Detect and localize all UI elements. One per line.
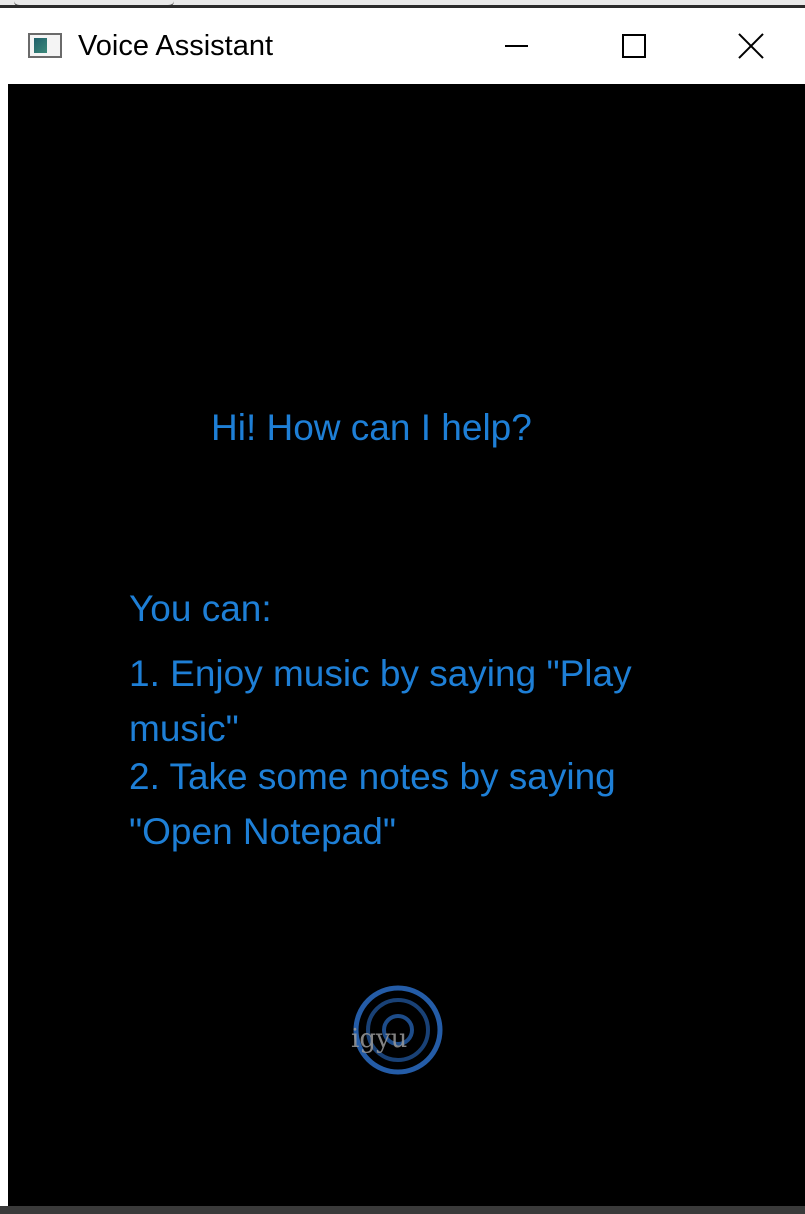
title-bar[interactable]: Voice Assistant bbox=[8, 8, 805, 84]
maximize-icon bbox=[622, 34, 646, 58]
mic-overlay-text: igyu bbox=[351, 1024, 408, 1054]
close-icon bbox=[737, 32, 765, 60]
option-play-music: 1. Enjoy music by saying "Play music" bbox=[129, 653, 632, 749]
minimize-icon bbox=[505, 45, 528, 47]
desktop-background bbox=[0, 0, 805, 8]
maximize-button[interactable] bbox=[588, 8, 678, 84]
minimize-button[interactable] bbox=[472, 8, 562, 84]
app-window-icon bbox=[28, 33, 62, 58]
options-heading: You can: bbox=[129, 588, 272, 629]
close-button[interactable] bbox=[705, 8, 795, 84]
voice-assistant-window: Voice Assistant Hi! How can I help? You … bbox=[8, 8, 805, 1214]
assistant-panel: Hi! How can I help? You can: 1. Enjoy mu… bbox=[8, 84, 805, 1214]
greeting-text: Hi! How can I help? bbox=[211, 407, 532, 448]
window-title: Voice Assistant bbox=[78, 30, 274, 62]
option-open-notepad: 2. Take some notes by saying "Open Notep… bbox=[129, 756, 616, 852]
microphone-button[interactable]: igyu bbox=[348, 980, 448, 1080]
bottom-border bbox=[0, 1206, 805, 1214]
